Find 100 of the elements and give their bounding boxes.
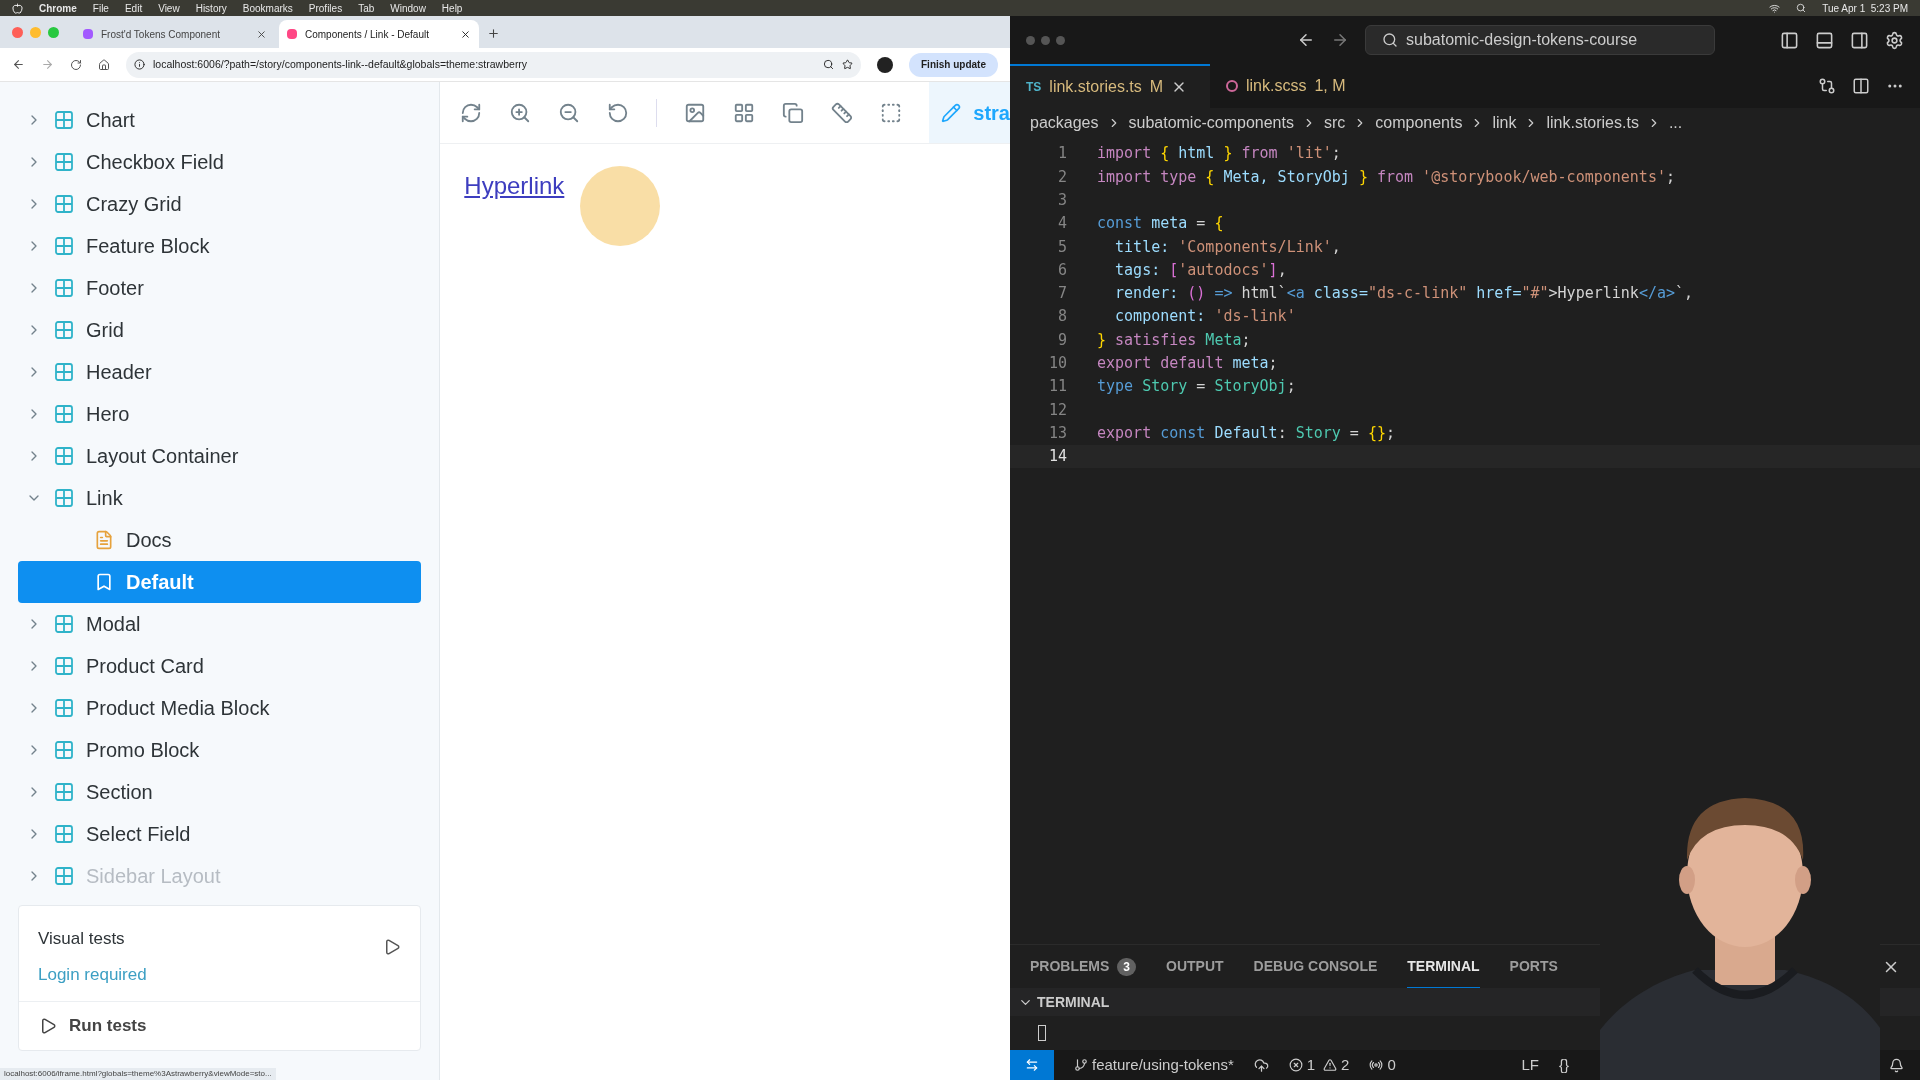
antenna-icon bbox=[1369, 1058, 1384, 1072]
run-tests-button[interactable]: Run tests bbox=[19, 1002, 421, 1050]
editor-tab[interactable]: TS link.stories.ts M bbox=[1010, 64, 1210, 108]
line-number: 10 bbox=[1047, 353, 1067, 375]
panel-bottom-icon[interactable] bbox=[1815, 30, 1834, 50]
back-icon[interactable] bbox=[12, 58, 25, 71]
star-icon[interactable] bbox=[842, 59, 853, 70]
sidebar-item[interactable]: Grid bbox=[0, 309, 440, 351]
image-icon[interactable] bbox=[684, 101, 707, 124]
sidebar-item[interactable]: Header bbox=[0, 351, 440, 393]
git-status: M bbox=[1149, 77, 1164, 97]
sidebar-item[interactable]: Product Media Block bbox=[0, 687, 440, 729]
breadcrumb[interactable]: link.stories.ts bbox=[1546, 111, 1639, 135]
sidebar-item[interactable]: Hero bbox=[0, 393, 440, 435]
menu-item[interactable]: File bbox=[92, 0, 109, 16]
compare-icon[interactable] bbox=[1818, 77, 1836, 95]
sidebar-item[interactable]: Product Card bbox=[0, 645, 440, 687]
problems-status[interactable]: 1 2 bbox=[1288, 1053, 1350, 1077]
menu-item[interactable]: Profiles bbox=[308, 0, 343, 16]
dashed-square-icon[interactable] bbox=[880, 101, 903, 124]
menu-item[interactable]: View bbox=[158, 0, 180, 16]
panel-right-icon[interactable] bbox=[1850, 30, 1869, 50]
zoom-in-icon[interactable] bbox=[509, 101, 532, 124]
home-icon[interactable] bbox=[98, 58, 110, 71]
close-icon[interactable] bbox=[460, 28, 471, 40]
back-icon[interactable] bbox=[1297, 31, 1315, 49]
sidebar-item[interactable]: Modal bbox=[0, 603, 440, 645]
menu-item[interactable]: Bookmarks bbox=[242, 0, 293, 16]
hyperlink[interactable]: Hyperlink bbox=[464, 172, 565, 199]
sidebar-item[interactable]: Link bbox=[0, 477, 440, 519]
search-icon[interactable] bbox=[1796, 3, 1807, 13]
line-number: 13 bbox=[1047, 422, 1067, 444]
card-title: Visual tests bbox=[38, 928, 126, 950]
eol-status[interactable]: LF bbox=[1521, 1053, 1539, 1077]
ruler-icon[interactable] bbox=[831, 101, 854, 124]
line-number: 1 bbox=[1056, 143, 1067, 165]
breadcrumb[interactable]: src bbox=[1323, 111, 1346, 135]
breadcrumb[interactable]: ... bbox=[1668, 111, 1683, 135]
panel-tab[interactable]: DEBUG CONSOLE bbox=[1253, 945, 1378, 988]
refresh-icon[interactable] bbox=[460, 101, 483, 124]
panel-left-icon[interactable] bbox=[1780, 30, 1799, 50]
sidebar-item[interactable]: Promo Block bbox=[0, 729, 440, 771]
copy-icon[interactable] bbox=[782, 101, 805, 124]
item-label: Layout Container bbox=[86, 444, 239, 469]
split-icon[interactable] bbox=[1852, 77, 1870, 95]
address-bar[interactable]: localhost:6006/?path=/story/components-link--default&globals=theme:strawberry bbox=[126, 51, 861, 78]
sidebar-item[interactable]: Layout Container bbox=[0, 435, 440, 477]
settings-icon[interactable] bbox=[1885, 30, 1904, 50]
play-icon[interactable] bbox=[383, 938, 402, 956]
avatar[interactable] bbox=[877, 56, 893, 73]
grid-icon[interactable] bbox=[733, 101, 756, 124]
breadcrumb[interactable]: link bbox=[1492, 111, 1517, 135]
close-icon[interactable] bbox=[256, 28, 267, 40]
breadcrumb[interactable]: subatomic-components bbox=[1128, 111, 1294, 135]
menu-item[interactable]: History bbox=[195, 0, 227, 16]
line-number: 12 bbox=[1047, 399, 1067, 421]
code-line: type Story = StoryObj; bbox=[1097, 376, 1296, 398]
sidebar-item[interactable]: Footer bbox=[0, 267, 440, 309]
document-icon bbox=[94, 530, 114, 550]
error-icon bbox=[1288, 1058, 1303, 1072]
breadcrumb[interactable]: components bbox=[1375, 111, 1463, 135]
zoom-icon[interactable] bbox=[823, 59, 834, 70]
menu-item[interactable]: Tab bbox=[358, 0, 375, 16]
new-tab-icon[interactable] bbox=[487, 27, 500, 40]
menu-item[interactable]: Help bbox=[441, 0, 463, 16]
branch-status[interactable]: feature/using-tokens* bbox=[1074, 1053, 1234, 1077]
code-line: import type { Meta, StoryObj } from '@storybook/web-components'; bbox=[1097, 166, 1675, 188]
remote-button[interactable] bbox=[1010, 1050, 1054, 1080]
sidebar-item[interactable]: Docs bbox=[18, 519, 422, 561]
sidebar-item[interactable]: Feature Block bbox=[0, 225, 440, 267]
section-title[interactable]: TERMINAL bbox=[1037, 991, 1110, 1013]
menu-item[interactable]: Window bbox=[390, 0, 426, 16]
panel-tab[interactable]: PORTS bbox=[1509, 945, 1558, 988]
cloud-icon[interactable] bbox=[1253, 1057, 1269, 1073]
item-label: Section bbox=[86, 780, 153, 805]
menu-item[interactable]: Edit bbox=[124, 0, 143, 16]
sidebar-item[interactable]: Crazy Grid bbox=[0, 183, 440, 225]
sidebar-item[interactable]: Checkbox Field bbox=[0, 141, 440, 183]
forward-icon[interactable] bbox=[1331, 31, 1349, 49]
favicon-icon bbox=[287, 29, 297, 39]
breadcrumb[interactable]: packages bbox=[1030, 111, 1099, 135]
ports-status[interactable]: 0 bbox=[1369, 1053, 1396, 1077]
panel-tab[interactable]: PROBLEMS 3 bbox=[1030, 945, 1137, 988]
reset-icon[interactable] bbox=[607, 101, 630, 124]
browser-tab[interactable]: Components / Link - Default bbox=[279, 20, 479, 48]
reload-icon[interactable] bbox=[70, 58, 82, 71]
update-button[interactable]: Finish update bbox=[909, 52, 998, 77]
command-center[interactable]: subatomic-design-tokens-course bbox=[1365, 25, 1715, 55]
panel-tab[interactable]: OUTPUT bbox=[1166, 945, 1224, 988]
zoom-out-icon[interactable] bbox=[558, 101, 581, 124]
sidebar-item[interactable]: Select Field bbox=[0, 813, 440, 855]
editor-tab[interactable]: link.scss 1, M bbox=[1210, 64, 1410, 108]
language-status[interactable]: {} bbox=[1558, 1053, 1569, 1077]
bell-icon[interactable] bbox=[1889, 1057, 1904, 1073]
browser-tab[interactable]: Frost'd Tokens Component bbox=[75, 20, 275, 48]
sidebar-item[interactable]: Chart bbox=[0, 99, 440, 141]
code-line: title: 'Components/Link', bbox=[1114, 236, 1341, 258]
menu-item[interactable]: Chrome bbox=[39, 0, 77, 16]
tab-name: link.scss bbox=[1246, 76, 1307, 96]
sidebar-item[interactable]: Section bbox=[0, 771, 440, 813]
